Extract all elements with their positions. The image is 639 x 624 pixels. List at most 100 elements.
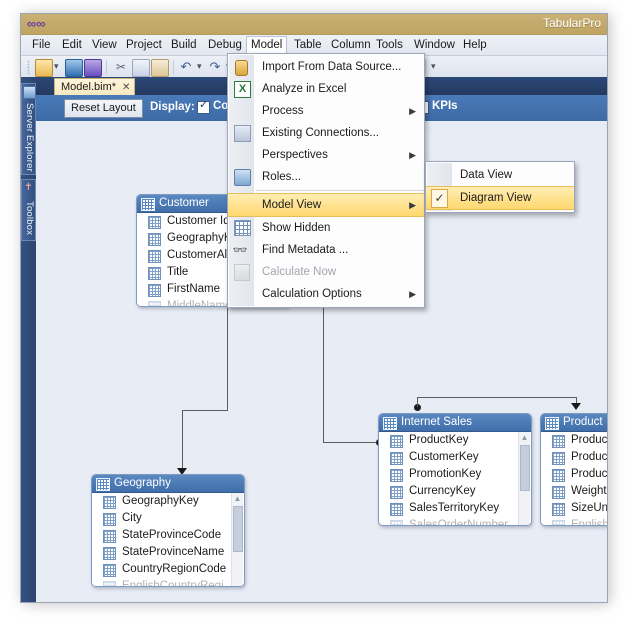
existing-connections-icon <box>234 125 251 142</box>
column-label: SalesOrderNumber <box>409 519 509 526</box>
entity-column-list: GeographyKey City StateProvinceCode Stat… <box>92 493 244 586</box>
menu-item-perspectives[interactable]: Perspectives ▶ <box>228 144 424 166</box>
column-icon <box>103 581 116 586</box>
paste-icon[interactable] <box>151 59 169 77</box>
new-project-icon[interactable] <box>35 59 53 77</box>
toolbar-overflow-icon[interactable]: ▾ <box>431 61 436 72</box>
list-item[interactable]: SizeUnitMeasureCo <box>541 500 607 517</box>
list-item[interactable]: EnglishProductNam <box>541 517 607 525</box>
menu-debug[interactable]: Debug <box>203 37 247 53</box>
menu-table[interactable]: Table <box>289 37 327 53</box>
model-menu-dropdown[interactable]: Import From Data Source... X Analyze in … <box>227 53 425 308</box>
check-icon: ✓ <box>431 189 448 208</box>
close-icon[interactable]: ✕ <box>122 82 130 93</box>
list-item[interactable]: EnglishCountryRegi <box>92 578 244 586</box>
columns-checkbox[interactable] <box>197 99 210 114</box>
entity-scrollbar[interactable]: ▲ ▼ <box>231 493 243 586</box>
scroll-thumb[interactable] <box>520 445 530 491</box>
entity-header[interactable]: Internet Sales <box>379 414 531 432</box>
menu-column[interactable]: Column <box>326 37 376 53</box>
entity-title: Geography <box>114 477 171 489</box>
undo-dropdown-icon[interactable]: ▾ <box>197 61 202 72</box>
redo-icon[interactable]: ↷ <box>207 59 223 75</box>
menu-item-show-hidden[interactable]: Show Hidden <box>228 217 424 239</box>
column-label: CurrencyKey <box>409 485 476 497</box>
column-icon <box>552 452 565 465</box>
scroll-down-icon[interactable]: ▼ <box>232 584 243 586</box>
list-item[interactable]: WeightUnitMeasure <box>541 483 607 500</box>
column-icon <box>103 496 116 509</box>
cut-icon[interactable]: ✂ <box>113 59 129 75</box>
menu-tools[interactable]: Tools <box>371 37 408 53</box>
entity-column-list: ProductKey CustomerKey PromotionKey Curr… <box>379 432 531 526</box>
column-label: CustomerKey <box>409 451 479 463</box>
scroll-down-icon[interactable]: ▼ <box>519 523 530 525</box>
tab-label: Model.bim* <box>61 81 117 93</box>
column-label: GeographyKey <box>122 495 199 507</box>
entity-scrollbar[interactable]: ▲ ▼ <box>518 432 530 525</box>
list-item[interactable]: GeographyKey <box>92 493 244 510</box>
toolbar-grip[interactable] <box>27 60 30 74</box>
entity-product[interactable]: Product ProductKey ProductAlternateKey P… <box>540 413 607 526</box>
column-label: MiddleName <box>167 300 232 307</box>
menu-item-model-view[interactable]: Model View ▶ <box>228 193 424 217</box>
list-item[interactable]: ProductKey <box>541 432 607 449</box>
tab-model-bim[interactable]: Model.bim* ✕ <box>54 78 136 96</box>
menu-window[interactable]: Window <box>409 37 460 53</box>
list-item[interactable]: City <box>92 510 244 527</box>
list-item[interactable]: PromotionKey <box>379 466 531 483</box>
menu-project[interactable]: Project <box>121 37 167 53</box>
save-all-icon[interactable] <box>84 59 102 77</box>
list-item[interactable]: CurrencyKey <box>379 483 531 500</box>
list-item[interactable]: ProductKey <box>379 432 531 449</box>
list-item[interactable]: CountryRegionCode <box>92 561 244 578</box>
menu-item-label: Show Hidden <box>262 222 331 234</box>
list-item[interactable]: StateProvinceName <box>92 544 244 561</box>
submenu-item-data-view[interactable]: Data View <box>426 164 574 186</box>
entity-header[interactable]: Product <box>541 414 607 432</box>
menu-item-process[interactable]: Process ▶ <box>228 100 424 122</box>
list-item[interactable]: ProductSubcategory <box>541 466 607 483</box>
list-item[interactable]: ProductAlternateKey <box>541 449 607 466</box>
new-project-dropdown-icon[interactable]: ▾ <box>54 61 59 72</box>
list-item[interactable]: CustomerKey <box>379 449 531 466</box>
sidebar-item-label: Toolbox <box>24 201 35 236</box>
menu-view[interactable]: View <box>87 37 122 53</box>
entity-internet-sales[interactable]: Internet Sales ProductKey CustomerKey Pr… <box>378 413 532 526</box>
server-explorer-icon <box>23 86 36 99</box>
menu-item-import-from-data-source[interactable]: Import From Data Source... <box>228 56 424 78</box>
scroll-up-icon[interactable]: ▲ <box>232 494 243 504</box>
column-label: SalesTerritoryKey <box>409 502 500 514</box>
submenu-item-diagram-view[interactable]: ✓ Diagram View <box>426 186 574 210</box>
list-item[interactable]: SalesTerritoryKey <box>379 500 531 517</box>
menu-item-label: Analyze in Excel <box>262 83 347 95</box>
menu-file[interactable]: File <box>27 37 56 53</box>
scroll-thumb[interactable] <box>233 506 243 552</box>
menu-item-calculation-options[interactable]: Calculation Options ▶ <box>228 283 424 305</box>
column-label: City <box>122 512 142 524</box>
entity-geography[interactable]: Geography GeographyKey City StateProvinc… <box>91 474 245 587</box>
list-item[interactable]: StateProvinceCode <box>92 527 244 544</box>
menu-item-analyze-in-excel[interactable]: X Analyze in Excel <box>228 78 424 100</box>
menu-build[interactable]: Build <box>166 37 202 53</box>
column-icon <box>148 301 161 306</box>
menu-item-find-metadata[interactable]: 👓 Find Metadata ... <box>228 239 424 261</box>
column-label: FirstName <box>167 283 221 295</box>
menu-item-existing-connections[interactable]: Existing Connections... <box>228 122 424 144</box>
list-item[interactable]: SalesOrderNumber <box>379 517 531 526</box>
column-label: Customer Id <box>167 215 230 227</box>
undo-icon[interactable]: ↶ <box>178 59 194 75</box>
menu-item-label: Existing Connections... <box>262 127 379 139</box>
scroll-up-icon[interactable]: ▲ <box>519 433 530 443</box>
column-icon <box>390 520 403 525</box>
menu-edit[interactable]: Edit <box>57 37 87 53</box>
model-view-submenu[interactable]: Data View ✓ Diagram View <box>425 161 575 213</box>
save-icon[interactable] <box>65 59 83 77</box>
entity-header[interactable]: Geography <box>92 475 244 493</box>
menu-item-roles[interactable]: Roles... <box>228 166 424 188</box>
table-icon <box>383 417 397 430</box>
menu-help[interactable]: Help <box>458 37 492 53</box>
reset-layout-button[interactable]: Reset Layout <box>64 99 143 118</box>
copy-icon[interactable] <box>132 59 150 77</box>
column-label: PromotionKey <box>409 468 482 480</box>
